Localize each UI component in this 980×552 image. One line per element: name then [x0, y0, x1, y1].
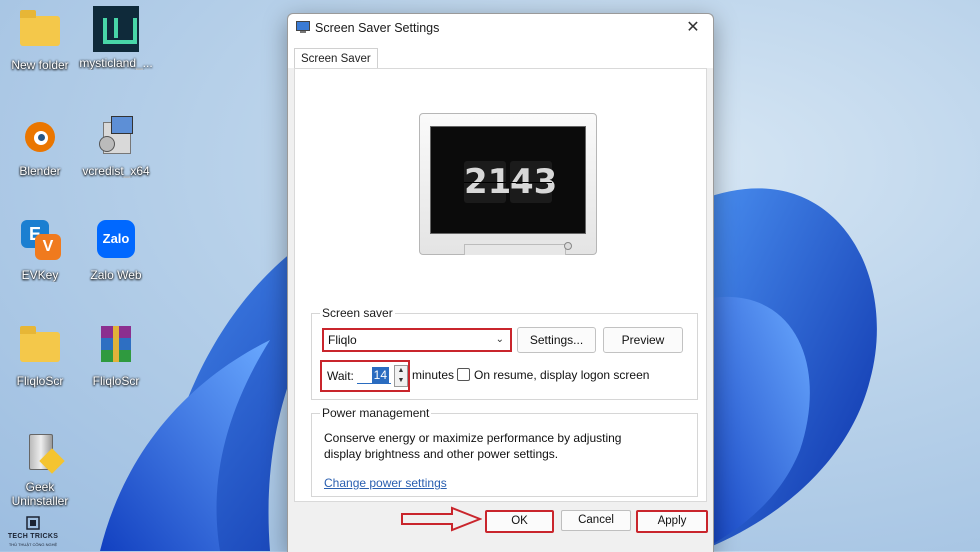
- watermark-title: TECH TRICKS: [7, 533, 59, 540]
- desktop-icon-zalo[interactable]: Zalo Zalo Web: [76, 218, 156, 282]
- stepper-down-icon[interactable]: ▼: [395, 376, 407, 386]
- watermark-subtitle: THỦ THUẬT CÔNG NGHỆ: [8, 542, 58, 547]
- wait-input[interactable]: 14: [357, 367, 391, 384]
- monitor-stand: [464, 244, 566, 255]
- annotation-arrow-icon: [401, 506, 482, 532]
- desktop-icon-label: Zalo Web: [90, 268, 142, 282]
- power-led-icon: [564, 242, 572, 250]
- screensaver-dropdown[interactable]: Fliqlo ⌄: [322, 328, 512, 352]
- resume-logon-label[interactable]: On resume, display logon screen: [474, 368, 649, 382]
- preview-button[interactable]: Preview: [603, 327, 683, 353]
- resume-logon-checkbox[interactable]: [457, 368, 470, 381]
- desktop-icon-label: Geek Uninstaller: [11, 480, 69, 508]
- screensaver-selected: Fliqlo: [328, 333, 357, 347]
- tab-screen-saver[interactable]: Screen Saver: [294, 48, 378, 69]
- app-icon: [93, 6, 139, 52]
- preview-monitor: 21 43: [419, 113, 597, 255]
- desktop-icon-label: FliqloScr: [92, 374, 140, 388]
- folder-icon: [17, 8, 63, 54]
- close-button[interactable]: ✕: [673, 14, 713, 42]
- uninstaller-icon: [17, 430, 65, 476]
- desktop-icon-mysticland[interactable]: mysticland_...: [76, 6, 156, 70]
- desktop-icon-label: EVKey: [21, 268, 59, 282]
- dialog-title: Screen Saver Settings: [315, 21, 440, 35]
- wait-stepper[interactable]: ▲ ▼: [394, 365, 408, 387]
- apply-button[interactable]: Apply: [636, 510, 708, 533]
- desktop-icon-fliqloscr-archive[interactable]: FliqloScr: [76, 324, 156, 388]
- evkey-icon: E V: [17, 218, 63, 264]
- desktop-icon-evkey[interactable]: E V EVKey: [0, 218, 80, 282]
- folder-icon: [17, 324, 63, 370]
- power-description: Conserve energy or maximize performance …: [324, 431, 622, 461]
- minutes-label: minutes: [412, 368, 455, 382]
- power-management-group: Power management Conserve energy or maxi…: [311, 406, 698, 497]
- desktop-icon-label: vcredist_x64: [82, 164, 150, 178]
- desktop-icon-label: New folder: [11, 58, 69, 72]
- desktop-icon-geek-uninstaller[interactable]: Geek Uninstaller: [0, 430, 80, 508]
- desktop-icon-new-folder[interactable]: New folder: [0, 8, 80, 72]
- wait-control: Wait: 14 ▲ ▼: [320, 360, 410, 392]
- desktop-icon-label: Blender: [19, 164, 61, 178]
- desktop-icon-label: FliqloScr: [16, 374, 64, 388]
- preview-screen: 21 43: [430, 126, 586, 234]
- desktop-icon-fliqloscr-folder[interactable]: FliqloScr: [0, 324, 80, 388]
- screensaver-group: Screen saver Fliqlo ⌄ Settings... Previe…: [311, 306, 698, 400]
- zalo-icon: Zalo: [93, 218, 139, 264]
- change-power-settings-link[interactable]: Change power settings: [324, 476, 447, 490]
- stepper-up-icon[interactable]: ▲: [395, 366, 407, 376]
- wait-value: 14: [371, 367, 389, 383]
- winrar-icon: [93, 324, 139, 370]
- close-icon: ✕: [686, 19, 700, 36]
- desktop-icon-label: mysticland_...: [79, 56, 153, 70]
- clock-hours: 21: [464, 161, 512, 203]
- clock-minutes: 43: [510, 161, 558, 203]
- blender-icon: [17, 114, 63, 160]
- wait-label: Wait:: [327, 369, 354, 383]
- monitor-icon: [296, 21, 310, 33]
- screen-saver-panel: 21 43 Screen saver Fliqlo ⌄ Settings... …: [294, 68, 707, 502]
- settings-button[interactable]: Settings...: [517, 327, 596, 353]
- desktop-icon-blender[interactable]: Blender: [0, 114, 80, 178]
- tech-tricks-watermark: TECH TRICKS THỦ THUẬT CÔNG NGHỆ: [3, 515, 63, 549]
- installer-icon: [93, 114, 139, 160]
- ok-button[interactable]: OK: [485, 510, 554, 533]
- screen-saver-settings-dialog: Screen Saver Settings ✕ Screen Saver 21 …: [287, 13, 714, 552]
- screensaver-group-label: Screen saver: [320, 306, 395, 320]
- chevron-down-icon: ⌄: [495, 334, 504, 345]
- cancel-button[interactable]: Cancel: [561, 510, 631, 531]
- title-bar[interactable]: Screen Saver Settings ✕: [288, 14, 713, 42]
- watermark-logo-icon: [26, 516, 40, 530]
- power-group-label: Power management: [320, 406, 432, 420]
- desktop-icon-vcredist[interactable]: vcredist_x64: [76, 114, 156, 178]
